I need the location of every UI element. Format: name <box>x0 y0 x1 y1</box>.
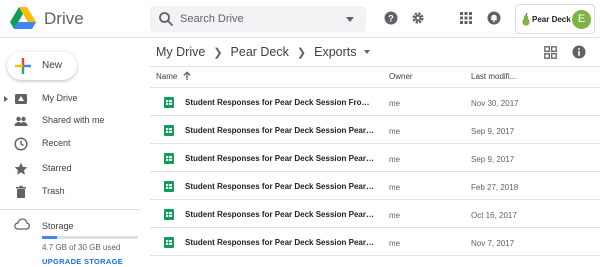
info-icon[interactable] <box>572 45 586 59</box>
sidebar-item-label: Starred <box>42 163 72 173</box>
sidebar-item-label: Shared with me <box>42 115 105 125</box>
sidebar-item-label: My Drive <box>42 93 78 103</box>
file-name: Student Responses for Pear Deck Session … <box>185 182 375 191</box>
app-title[interactable]: Drive <box>44 9 84 29</box>
breadcrumb: My Drive ❯ Pear Deck ❯ Exports <box>156 44 370 60</box>
google-sheets-icon <box>164 153 174 164</box>
new-button[interactable]: New <box>7 52 77 80</box>
google-sheets-icon <box>164 181 174 192</box>
apps-grid-icon[interactable] <box>459 11 473 25</box>
chevron-right-icon: ❯ <box>213 46 223 59</box>
search-box[interactable] <box>150 6 366 32</box>
file-name: Student Responses for Pear Deck Session … <box>185 98 375 107</box>
avatar[interactable]: E <box>572 10 591 29</box>
file-owner: me <box>389 239 401 248</box>
chevron-right-icon: ❯ <box>296 46 307 59</box>
file-owner: me <box>389 127 401 136</box>
file-name: Student Responses for Pear Deck Session … <box>185 238 375 247</box>
column-header-name[interactable]: Name <box>156 72 177 81</box>
column-header-last-modified[interactable]: Last modifi... <box>471 72 516 81</box>
sidebar-item-starred[interactable]: Starred <box>0 158 140 180</box>
sidebar-item-my-drive[interactable]: My Drive <box>0 88 140 110</box>
folder-menu-dropdown-icon[interactable] <box>363 50 370 54</box>
breadcrumb-item-pear-deck[interactable]: Pear Deck <box>231 45 289 59</box>
file-row[interactable]: Student Responses for Pear Deck Session … <box>150 200 600 228</box>
file-name: Student Responses for Pear Deck Session … <box>185 210 375 219</box>
drive-logo-icon[interactable] <box>10 7 36 30</box>
help-icon[interactable]: ? <box>384 11 398 25</box>
account-switcher[interactable]: Pear Deck E <box>515 4 595 34</box>
file-owner: me <box>389 183 401 192</box>
file-name: Student Responses for Pear Deck Session … <box>185 154 375 163</box>
trash-icon <box>16 185 26 198</box>
breadcrumb-item-my-drive[interactable]: My Drive <box>156 45 205 59</box>
svg-text:?: ? <box>388 14 394 24</box>
google-sheets-icon <box>164 97 174 108</box>
file-row[interactable]: Student Responses for Pear Deck Session … <box>150 172 600 200</box>
sidebar-item-trash[interactable]: Trash <box>0 181 140 203</box>
cloud-icon <box>14 218 30 230</box>
grid-view-icon[interactable] <box>544 46 557 59</box>
column-header-owner[interactable]: Owner <box>389 72 413 81</box>
new-button-label: New <box>42 60 63 71</box>
storage-used-text: 4.7 GB of 30 GB used <box>42 243 121 252</box>
search-options-icon[interactable] <box>346 17 354 22</box>
google-sheets-icon <box>164 237 174 248</box>
storage-label[interactable]: Storage <box>42 221 74 231</box>
storage-usage-fill <box>42 236 58 239</box>
header-divider <box>150 66 600 67</box>
upgrade-storage-link[interactable]: UPGRADE STORAGE <box>42 257 123 266</box>
google-sheets-icon <box>164 125 174 136</box>
file-row[interactable]: Student Responses for Pear Deck Session … <box>150 116 600 144</box>
google-sheets-icon <box>164 209 174 220</box>
top-bar: Drive ? Pear Deck E <box>0 0 600 38</box>
file-row[interactable]: Student Responses for Pear Deck Session … <box>150 144 600 172</box>
file-modified-date: Nov 7, 2017 <box>471 239 515 248</box>
sidebar-item-shared-with-me[interactable]: Shared with me <box>0 110 140 132</box>
file-modified-date: Feb 27, 2018 <box>471 183 519 192</box>
organization-name: Pear Deck <box>532 15 571 24</box>
file-name: Student Responses for Pear Deck Session … <box>185 126 375 135</box>
star-icon <box>14 162 28 175</box>
settings-gear-icon[interactable] <box>411 11 425 25</box>
people-icon <box>14 116 28 126</box>
pear-deck-logo-icon <box>522 13 530 26</box>
plus-icon <box>15 58 31 74</box>
file-row[interactable]: Student Responses for Pear Deck Session … <box>150 228 600 256</box>
my-drive-icon <box>15 94 27 104</box>
sidebar-item-recent[interactable]: Recent <box>0 133 140 155</box>
breadcrumb-item-exports[interactable]: Exports <box>314 45 356 59</box>
file-row[interactable]: Student Responses for Pear Deck Session … <box>150 88 600 116</box>
sidebar-item-label: Recent <box>42 138 71 148</box>
file-modified-date: Oct 16, 2017 <box>471 211 517 220</box>
file-owner: me <box>389 211 401 220</box>
file-modified-date: Sep 9, 2017 <box>471 127 515 136</box>
search-input[interactable] <box>180 11 340 27</box>
file-modified-date: Nov 30, 2017 <box>471 99 519 108</box>
search-icon[interactable] <box>158 11 174 27</box>
sidebar-item-label: Trash <box>42 186 65 196</box>
notifications-bell-icon[interactable] <box>487 11 501 25</box>
file-modified-date: Sep 9, 2017 <box>471 155 515 164</box>
sidebar-divider <box>0 209 140 210</box>
file-owner: me <box>389 155 401 164</box>
sort-ascending-arrow-icon[interactable] <box>182 71 192 81</box>
storage-usage-bar <box>42 236 138 239</box>
expand-arrow-icon[interactable] <box>4 96 8 102</box>
file-owner: me <box>389 99 401 108</box>
clock-icon <box>14 137 28 151</box>
